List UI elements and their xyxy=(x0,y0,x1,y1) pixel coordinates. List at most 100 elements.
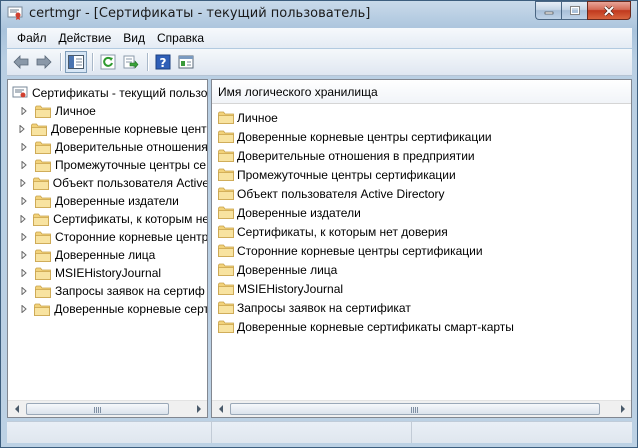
menu-view[interactable]: Вид xyxy=(117,28,151,48)
list-horizontal-scrollbar[interactable] xyxy=(212,400,631,417)
folder-icon xyxy=(32,177,49,190)
column-header-name[interactable]: Имя логического хранилища xyxy=(212,80,378,104)
tree-horizontal-scrollbar[interactable] xyxy=(8,400,207,417)
tree-item-label: Доверенные корневые центр xyxy=(51,122,208,136)
tree-item[interactable]: Доверенные издатели xyxy=(8,192,207,210)
help-button[interactable]: ? xyxy=(152,51,174,73)
folder-icon xyxy=(218,282,234,295)
tree-item[interactable]: Сторонние корневые центр xyxy=(8,228,207,246)
tree-expand-arrow[interactable] xyxy=(19,178,27,188)
list-item-label: Промежуточные центры сертификации xyxy=(237,167,456,182)
list-item[interactable]: Объект пользователя Active Directory xyxy=(216,184,514,203)
tree-scroll-thumb[interactable] xyxy=(26,403,169,415)
folder-icon xyxy=(35,195,51,208)
close-button[interactable] xyxy=(587,1,631,20)
maximize-icon xyxy=(569,5,580,15)
menu-action[interactable]: Действие xyxy=(53,28,118,48)
folder-icon xyxy=(35,267,51,280)
back-arrow-icon xyxy=(13,55,29,69)
tree-item-label: Доверенные корневые серт xyxy=(54,302,208,316)
scroll-right-icon xyxy=(620,405,625,413)
folder-icon xyxy=(218,263,234,276)
tree-item[interactable]: Сертификаты, к которым не xyxy=(8,210,207,228)
tree-expand-arrow[interactable] xyxy=(19,160,29,170)
tree-item[interactable]: Промежуточные центры се xyxy=(8,156,207,174)
store-list: Личное Доверенные корневые центры сертиф… xyxy=(216,108,514,336)
scroll-left-button[interactable] xyxy=(8,401,25,417)
tree-expand-arrow[interactable] xyxy=(19,106,29,116)
folder-icon xyxy=(218,244,234,257)
list-item[interactable]: Доверенные лица xyxy=(216,260,514,279)
folder-icon xyxy=(218,111,234,124)
list-item[interactable]: Доверенные корневые сертификаты смарт-ка… xyxy=(216,317,514,336)
tree-item[interactable]: Доверенные лица xyxy=(8,246,207,264)
tree-item[interactable]: Объект пользователя Active xyxy=(8,174,207,192)
list-item[interactable]: Сертификаты, к которым нет доверия xyxy=(216,222,514,241)
expand-arrow-icon xyxy=(20,215,26,223)
certificate-app-icon[interactable] xyxy=(7,6,23,20)
show-hide-tree-button[interactable] xyxy=(65,51,87,73)
list-item-label: Объект пользователя Active Directory xyxy=(237,186,445,201)
tree-expand-arrow[interactable] xyxy=(19,286,29,296)
list-item[interactable]: Доверительные отношения в предприятии xyxy=(216,146,514,165)
status-panel xyxy=(212,422,412,443)
list-item[interactable]: Доверенные издатели xyxy=(216,203,514,222)
tree-expand-arrow[interactable] xyxy=(19,142,29,152)
export-list-button[interactable] xyxy=(120,51,142,73)
tree-item[interactable]: Запросы заявок на сертиф xyxy=(8,282,207,300)
refresh-button[interactable] xyxy=(97,51,119,73)
list-item[interactable]: Сторонние корневые центры сертификации xyxy=(216,241,514,260)
menu-file[interactable]: Файл xyxy=(11,28,53,48)
list-item[interactable]: Доверенные корневые центры сертификации xyxy=(216,127,514,146)
tree-expand-arrow[interactable] xyxy=(19,124,25,134)
scroll-right-button[interactable] xyxy=(190,401,207,417)
tree-expand-arrow[interactable] xyxy=(19,268,29,278)
title-bar[interactable]: certmgr - [Сертификаты - текущий пользов… xyxy=(1,1,637,27)
scroll-left-button[interactable] xyxy=(212,401,229,417)
menu-bar: Файл Действие Вид Справка xyxy=(7,28,632,48)
properties-button[interactable] xyxy=(175,51,197,73)
status-bar xyxy=(7,421,632,443)
tree-expand-arrow[interactable] xyxy=(19,232,29,242)
folder-icon xyxy=(218,225,234,238)
app-window: certmgr - [Сертификаты - текущий пользов… xyxy=(0,0,638,448)
list-scroll-thumb[interactable] xyxy=(230,403,600,415)
expand-arrow-icon xyxy=(19,125,25,133)
properties-icon xyxy=(178,55,194,69)
menu-help[interactable]: Справка xyxy=(151,28,210,48)
scroll-right-button[interactable] xyxy=(614,401,631,417)
tree-expand-arrow[interactable] xyxy=(19,196,29,206)
list-pane[interactable]: Имя логического хранилища Личное Доверен… xyxy=(211,79,632,418)
forward-button[interactable] xyxy=(33,51,55,73)
list-item[interactable]: Личное xyxy=(216,108,514,127)
back-button[interactable] xyxy=(10,51,32,73)
tree-item[interactable]: Личное xyxy=(8,102,207,120)
toolbar-separator xyxy=(147,53,148,71)
tree-item[interactable]: Доверительные отношения xyxy=(8,138,207,156)
folder-icon xyxy=(218,130,234,143)
tree-list: Личное Доверенные корневые центр Доверит… xyxy=(8,102,208,318)
tree-item[interactable]: MSIEHistoryJournal xyxy=(8,264,207,282)
tree-expand-arrow[interactable] xyxy=(19,214,27,224)
minimize-button[interactable] xyxy=(535,1,561,20)
tree-item[interactable]: Доверенные корневые центр xyxy=(8,120,208,138)
scroll-right-icon xyxy=(196,405,201,413)
toolbar: ? xyxy=(7,49,632,76)
list-item[interactable]: Промежуточные центры сертификации xyxy=(216,165,514,184)
list-item[interactable]: MSIEHistoryJournal xyxy=(216,279,514,298)
tree-expand-arrow[interactable] xyxy=(19,304,28,314)
list-item-label: MSIEHistoryJournal xyxy=(237,281,344,296)
tree-expand-arrow[interactable] xyxy=(19,250,29,260)
tree-item-label: Запросы заявок на сертиф xyxy=(55,284,205,298)
export-list-icon xyxy=(123,55,139,69)
tree-root[interactable]: Сертификаты - текущий пользо xyxy=(12,84,207,102)
folder-icon xyxy=(35,285,51,298)
svg-text:?: ? xyxy=(160,56,167,70)
tree-pane[interactable]: Сертификаты - текущий пользо Личное Дове… xyxy=(7,79,208,418)
maximize-button[interactable] xyxy=(561,1,587,20)
tree-item[interactable]: Доверенные корневые серт xyxy=(8,300,208,318)
list-item[interactable]: Запросы заявок на сертификат xyxy=(216,298,514,317)
expand-arrow-icon xyxy=(20,179,26,187)
help-icon: ? xyxy=(155,54,171,70)
expand-arrow-icon xyxy=(21,143,27,151)
